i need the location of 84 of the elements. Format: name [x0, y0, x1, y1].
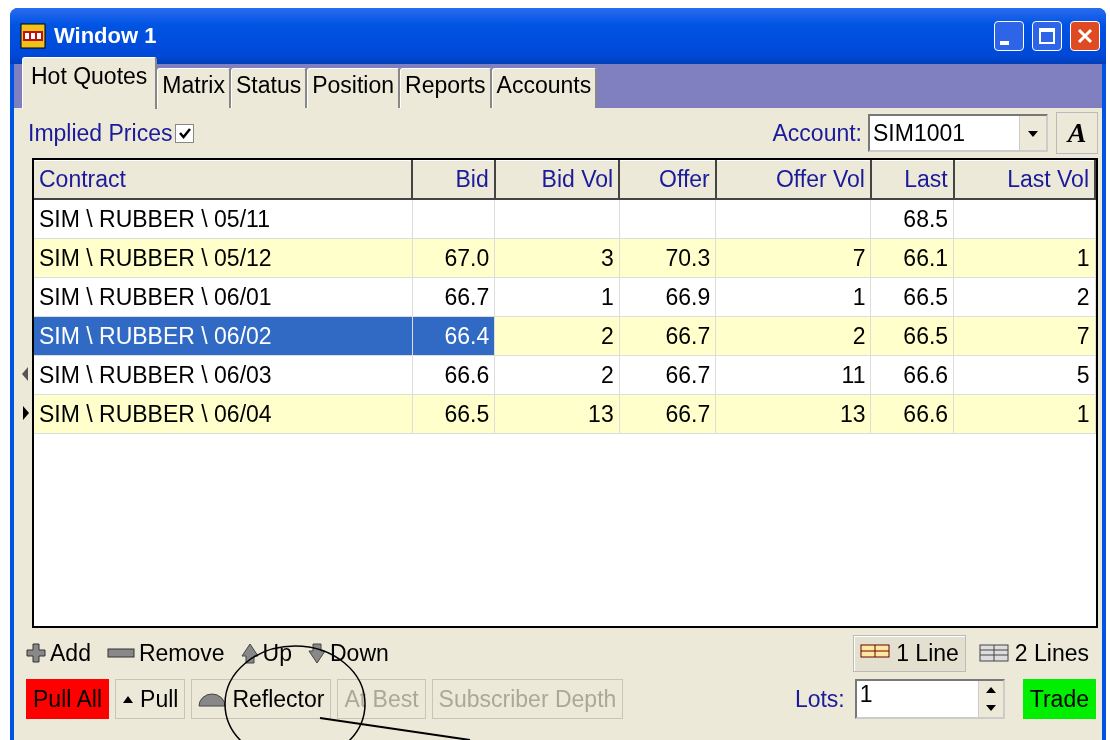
action-button[interactable]: Pull — [115, 679, 186, 719]
column-header[interactable]: Last — [871, 160, 954, 199]
table-cell: 66.7 — [619, 316, 716, 356]
toolbar-button[interactable]: Add — [26, 639, 91, 667]
grid-icon — [978, 644, 1009, 662]
column-header[interactable]: Offer Vol — [715, 160, 871, 199]
table-cell: 2 — [715, 316, 871, 356]
action-button[interactable]: Pull All — [26, 679, 110, 719]
table-cell: 1 — [715, 277, 871, 317]
dome-icon — [198, 691, 227, 707]
line-mode-button[interactable]: 1 Line — [853, 634, 966, 672]
minimize-button[interactable] — [994, 21, 1024, 51]
column-header[interactable]: Last Vol — [953, 160, 1095, 199]
column-header[interactable]: Offer — [619, 160, 716, 199]
tab[interactable]: Accounts — [491, 68, 598, 108]
plus-icon — [26, 642, 46, 664]
tab[interactable]: Status — [230, 68, 308, 108]
table-cell: 13 — [715, 394, 871, 434]
tab[interactable]: Matrix — [157, 68, 231, 108]
spin-down-icon — [984, 704, 997, 712]
table-cell: SIM \ RUBBER \ 06/01 — [34, 277, 413, 317]
lots-label: Lots: — [794, 685, 845, 713]
table-cell: 13 — [494, 394, 620, 434]
table-cell: 1 — [953, 238, 1095, 278]
toolbar-button[interactable]: Down — [308, 639, 389, 667]
app-logo-icon — [20, 23, 46, 49]
tab[interactable]: Reports — [400, 68, 492, 108]
column-header[interactable]: Bid — [412, 160, 495, 199]
close-button[interactable] — [1070, 21, 1100, 51]
table-cell: SIM \ RUBBER \ 06/03 — [34, 355, 413, 395]
table-cell: SIM \ RUBBER \ 06/02 — [34, 316, 413, 356]
table-cell: 66.6 — [412, 355, 495, 395]
table-cell: 1 — [494, 277, 620, 317]
table-cell: 66.5 — [412, 394, 495, 434]
lots-spinner[interactable]: 1 — [854, 679, 1005, 719]
maximize-icon — [1038, 27, 1056, 45]
implied-prices-checkbox[interactable] — [175, 123, 195, 143]
table-cell: 66.5 — [871, 316, 954, 356]
table-cell: 11 — [715, 355, 871, 395]
account-dropdown[interactable]: SIM1001 — [868, 114, 1048, 152]
table-cell: 1 — [953, 394, 1095, 434]
column-header[interactable]: Contract — [34, 160, 413, 199]
toolbar-button[interactable]: Remove — [106, 639, 225, 667]
table-cell: 66.7 — [412, 277, 495, 317]
check-icon — [177, 126, 192, 140]
action-button[interactable]: Reflector — [191, 679, 332, 719]
window-title: Window 1 — [54, 23, 158, 49]
table-cell: 66.4 — [412, 316, 495, 356]
table-cell: 66.7 — [619, 355, 716, 395]
table-cell: 2 — [953, 277, 1095, 317]
maximize-button[interactable] — [1032, 21, 1062, 51]
line-mode-button[interactable]: 2 Lines — [971, 634, 1096, 672]
table-cell: 68.5 — [871, 199, 954, 239]
table-cell: SIM \ RUBBER \ 05/12 — [34, 238, 413, 278]
table-cell: 3 — [494, 238, 620, 278]
spin-up-icon — [984, 686, 997, 694]
table-cell: SIM \ RUBBER \ 05/11 — [34, 199, 413, 239]
tab[interactable]: Hot Quotes — [22, 57, 158, 109]
column-header[interactable]: Bid Vol — [494, 160, 620, 199]
dropdown-caret-icon — [1027, 128, 1039, 138]
table-cell: 2 — [494, 355, 620, 395]
table-cell: 66.7 — [619, 394, 716, 434]
table-cell: 66.1 — [871, 238, 954, 278]
table-cell: 66.6 — [871, 355, 954, 395]
table-cell: 5 — [953, 355, 1095, 395]
minimize-icon — [999, 41, 1009, 45]
table-cell: 66.5 — [871, 277, 954, 317]
table-cell: 7 — [953, 316, 1095, 356]
table-cell: 67.0 — [412, 238, 495, 278]
table-cell: 66.6 — [871, 394, 954, 434]
font-button[interactable]: A — [1056, 112, 1098, 154]
tab[interactable]: Position — [307, 68, 400, 108]
up-triangle-icon — [122, 694, 135, 704]
up-arrow-icon — [240, 642, 259, 664]
table-cell: 7 — [715, 238, 871, 278]
implied-prices-label: Implied Prices — [28, 119, 173, 147]
close-icon — [1076, 27, 1094, 45]
table-cell: SIM \ RUBBER \ 06/04 — [34, 394, 413, 434]
table-cell: 66.9 — [619, 277, 716, 317]
table-cell: 70.3 — [619, 238, 716, 278]
table-cell: 2 — [494, 316, 620, 356]
account-label: Account: — [772, 119, 862, 147]
trade-button[interactable]: Trade — [1022, 679, 1096, 719]
down-arrow-icon — [308, 642, 326, 664]
